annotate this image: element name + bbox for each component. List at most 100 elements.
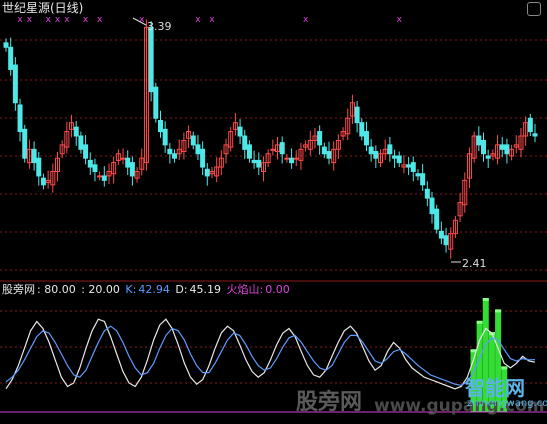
candle-body [504,144,510,155]
fire-label: 火焰山: [226,283,264,296]
candle-body [270,148,276,151]
candle-body [354,106,360,124]
candle-body [476,135,482,146]
candle-body [3,42,9,48]
candle-body [527,117,533,133]
k-line [5,318,536,390]
indicator-legend: 股旁网: 80.00 : 20.00 K: 42.94 D: 45.19 火焰山: 0… [2,283,292,296]
top-marker: x [97,15,103,25]
candle-body [129,162,135,177]
fire-bar-cap [501,366,508,370]
candle-body [87,159,93,168]
candle-body [83,144,89,159]
candle-body [162,128,168,146]
fire-bar-cap [476,320,483,324]
candle-body [532,133,538,137]
top-marker: x [64,15,70,25]
top-markers: xxxxxxxxxxxx [17,15,402,25]
top-marker: x [17,15,23,25]
candle-body [368,146,374,155]
top-marker: x [397,15,403,25]
candle-body [200,148,206,168]
candle-body [284,157,290,160]
top-marker: x [45,15,51,25]
level-80: : 80.00 [37,283,76,296]
k-value: 42.94 [138,283,170,296]
candle-body [17,104,23,133]
candle-body [424,188,430,199]
candle-body [256,159,262,168]
candle-body [148,26,154,93]
candle-body [237,126,243,137]
candle-body [246,144,252,159]
top-marker: x [27,15,33,25]
candle-body [410,162,416,172]
candle-body [101,175,107,181]
candle-body [78,135,84,150]
top-marker: x [83,15,89,25]
top-marker: x [55,15,61,25]
watermark-logo-url: zhinengwang.com [467,398,547,409]
candle-body [22,128,28,159]
candle-body [251,159,257,164]
candle-body [172,153,178,159]
candle-body [190,135,196,146]
candle-body [289,157,295,164]
candle-body [92,164,98,172]
candle-body [195,144,201,155]
candle-body [438,230,444,239]
candle-body [36,157,42,177]
candle-body [499,144,505,150]
candle-body [326,151,332,159]
candle-body [204,168,210,177]
candle-body [481,139,487,155]
candle-body [31,148,37,164]
max-price-label: 3.39 [147,20,172,33]
level-20: : 20.00 [81,283,120,296]
candlestick-series [3,19,538,259]
candle-body [396,155,402,164]
fire-bar-cap [495,309,502,313]
candle-body [8,46,14,70]
candle-body [120,157,126,160]
watermark-logo: 智能网 [465,376,525,400]
d-value: 45.19 [189,283,222,296]
top-marker: x [303,15,309,25]
candle-body [279,142,285,155]
fire-bar-cap [482,298,489,301]
fire-value: 0.00 [265,283,290,296]
candle-body [12,64,18,104]
candle-body [157,119,163,133]
watermark-text: 股旁网 [296,390,363,415]
candle-body [125,157,131,168]
candle-body [363,131,369,146]
candle-body [373,151,379,159]
candle-body [420,173,426,186]
candle-body [387,144,393,155]
candle-body [485,155,491,159]
k-label: K: [125,283,137,296]
top-marker: x [209,15,215,25]
candle-body [443,235,449,246]
indicator-name: 股旁网 [2,283,35,296]
candle-body [97,175,103,178]
d-label: D: [175,283,188,296]
candle-body [321,146,327,155]
candle-body [429,197,435,215]
candle-body [415,173,421,177]
top-marker: x [195,15,201,25]
candle-body [153,86,159,119]
candle-body [359,122,365,137]
candle-body [434,208,440,230]
candle-body [40,177,46,186]
candle-body [242,135,248,150]
candle-body [317,131,323,146]
candle-body [406,164,412,168]
candle-body [392,155,398,159]
candle-body [293,157,299,160]
candle-body [167,148,173,155]
chart-title: 世纪星源(日线) [2,1,84,15]
min-price-label: 2.41 [462,257,487,270]
d-line [5,325,536,386]
settings-icon[interactable] [527,2,541,16]
